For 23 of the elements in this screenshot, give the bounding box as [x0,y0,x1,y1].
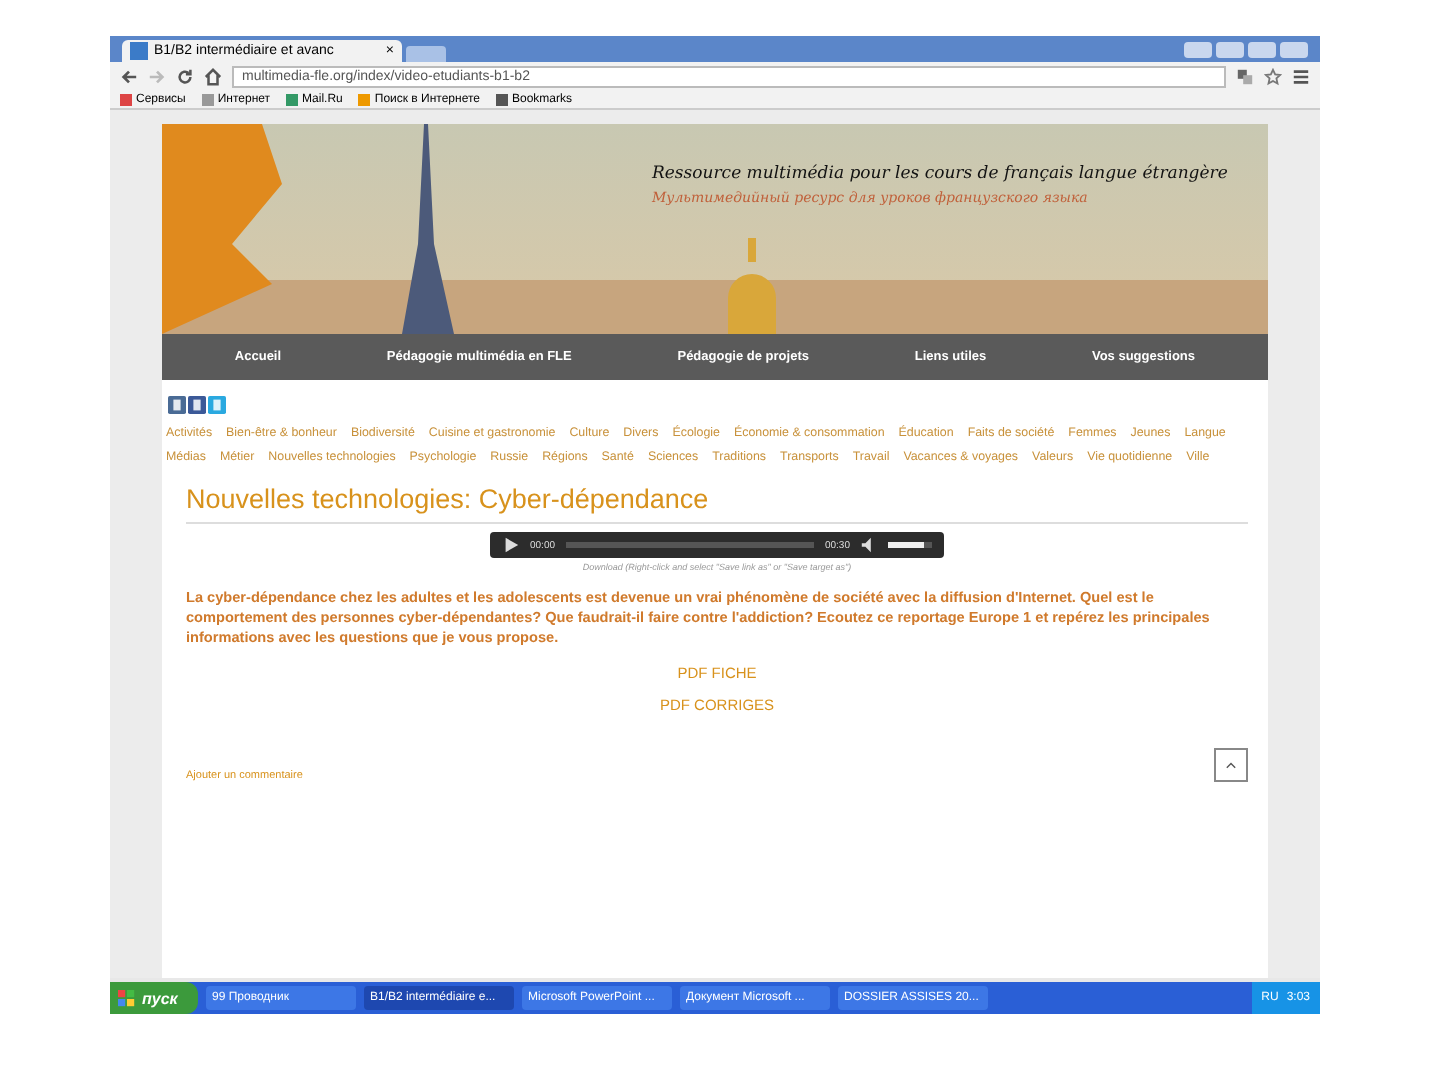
user-button[interactable] [1184,41,1212,57]
start-button[interactable]: пуск [110,982,198,1014]
windows-logo-icon [118,989,136,1007]
article-title: Nouvelles technologies: Cyber-dépendance [186,484,1248,524]
site-title: Ressource multimédia pour les cours de français langue étrangère [652,164,1228,184]
favicon-icon [130,42,148,60]
close-button[interactable] [1280,41,1308,57]
reload-icon[interactable] [176,67,194,85]
home-icon[interactable] [204,67,222,85]
chevron-up-icon [1224,757,1238,772]
bookmark-icon [201,93,214,105]
menu-icon[interactable] [1292,67,1310,85]
translate-icon[interactable] [1236,67,1254,85]
bookmark-icon [286,93,299,105]
bookmark-icon [120,93,132,105]
bookmark-icon [358,93,371,105]
maximize-button[interactable] [1248,41,1276,57]
bookmark-icon [496,93,508,105]
play-icon[interactable] [502,536,520,554]
back-icon[interactable] [120,67,138,85]
scroll-top-button[interactable] [1214,747,1248,782]
star-icon[interactable] [1264,67,1282,85]
minimize-button[interactable] [1216,41,1244,57]
